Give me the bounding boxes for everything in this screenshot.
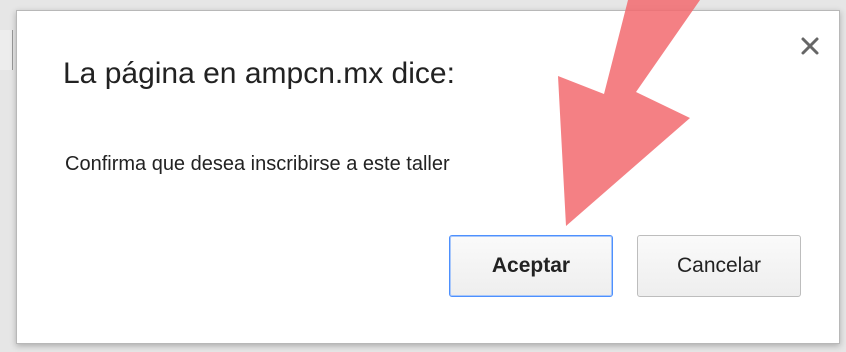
background-page-edge [0, 30, 13, 70]
confirm-dialog: La página en ampcn.mx dice: Confirma que… [16, 10, 840, 344]
cancel-button[interactable]: Cancelar [637, 235, 801, 297]
close-icon [801, 37, 819, 55]
screen: La página en ampcn.mx dice: Confirma que… [0, 0, 846, 352]
dialog-title: La página en ampcn.mx dice: [63, 57, 455, 90]
dialog-message: Confirma que desea inscribirse a este ta… [65, 153, 450, 175]
accept-button[interactable]: Aceptar [449, 235, 613, 297]
close-button[interactable] [797, 33, 823, 59]
